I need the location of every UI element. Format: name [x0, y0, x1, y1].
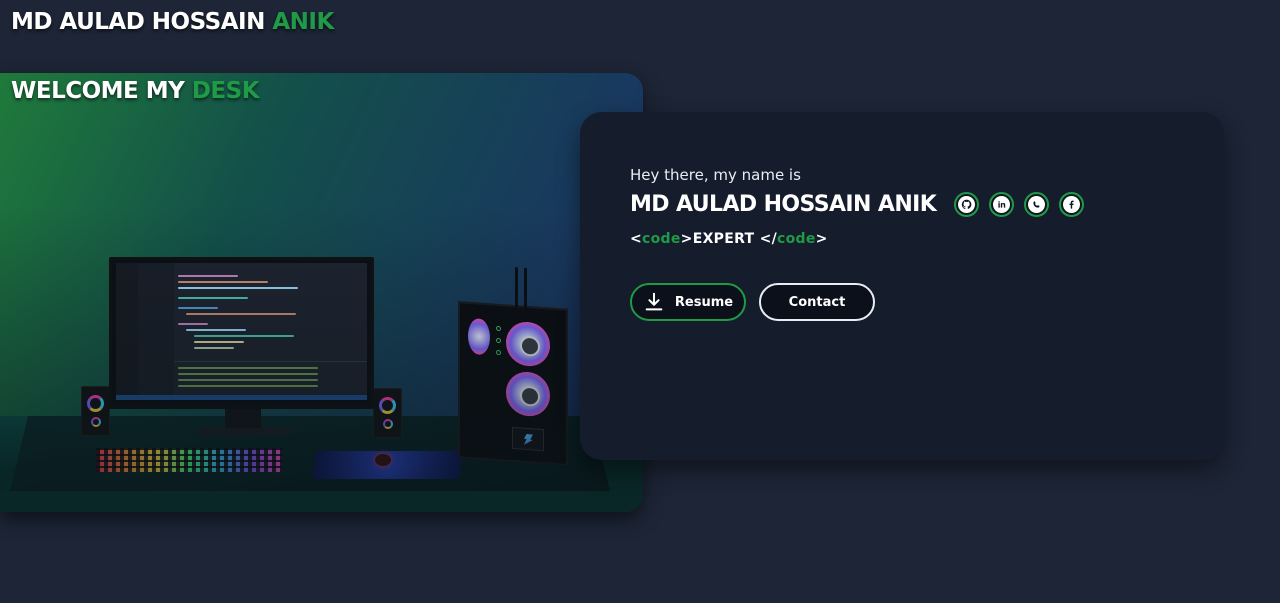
scene-title-main: WELCOME MY [11, 78, 185, 104]
scene-title: WELCOME MY DESK [11, 78, 260, 104]
resume-button[interactable]: Resume [630, 283, 746, 321]
profile-name: MD AULAD HOSSAIN ANIK [630, 192, 937, 217]
contact-button[interactable]: Contact [759, 283, 875, 321]
desk-scene: WELCOME MY DESK [0, 73, 643, 512]
role-end-open: </ [754, 231, 778, 247]
profile-card: Hey there, my name is MD AULAD HOSSAIN A… [580, 112, 1224, 460]
site-title-accent: ANIK [272, 9, 334, 35]
scene-shading [0, 73, 643, 512]
scene-title-accent: DESK [191, 78, 260, 104]
role-end-tag: code [777, 231, 816, 247]
facebook-icon [1063, 196, 1081, 213]
greeting-text: Hey there, my name is [630, 166, 801, 184]
role-close-bracket: > [680, 231, 693, 247]
role-open-bracket: < [630, 231, 643, 247]
name-row: MD AULAD HOSSAIN ANIK [630, 192, 1085, 217]
site-title-main: MD AULAD HOSSAIN [11, 9, 265, 35]
whatsapp-link[interactable] [1024, 192, 1050, 217]
site-title: MD AULAD HOSSAIN ANIK [11, 9, 334, 35]
download-icon [645, 292, 663, 311]
role-label: EXPERT [692, 231, 755, 247]
facebook-link[interactable] [1059, 192, 1085, 217]
role-tag: code [642, 231, 681, 247]
contact-button-label: Contact [788, 294, 846, 310]
role-text: <code>EXPERT </code> [630, 231, 828, 247]
role-end-close: > [815, 231, 828, 247]
github-icon [958, 196, 976, 213]
linkedin-icon [993, 196, 1011, 213]
whatsapp-icon [1028, 196, 1046, 213]
github-link[interactable] [954, 192, 980, 217]
linkedin-link[interactable] [989, 192, 1015, 217]
resume-button-label: Resume [674, 294, 734, 310]
